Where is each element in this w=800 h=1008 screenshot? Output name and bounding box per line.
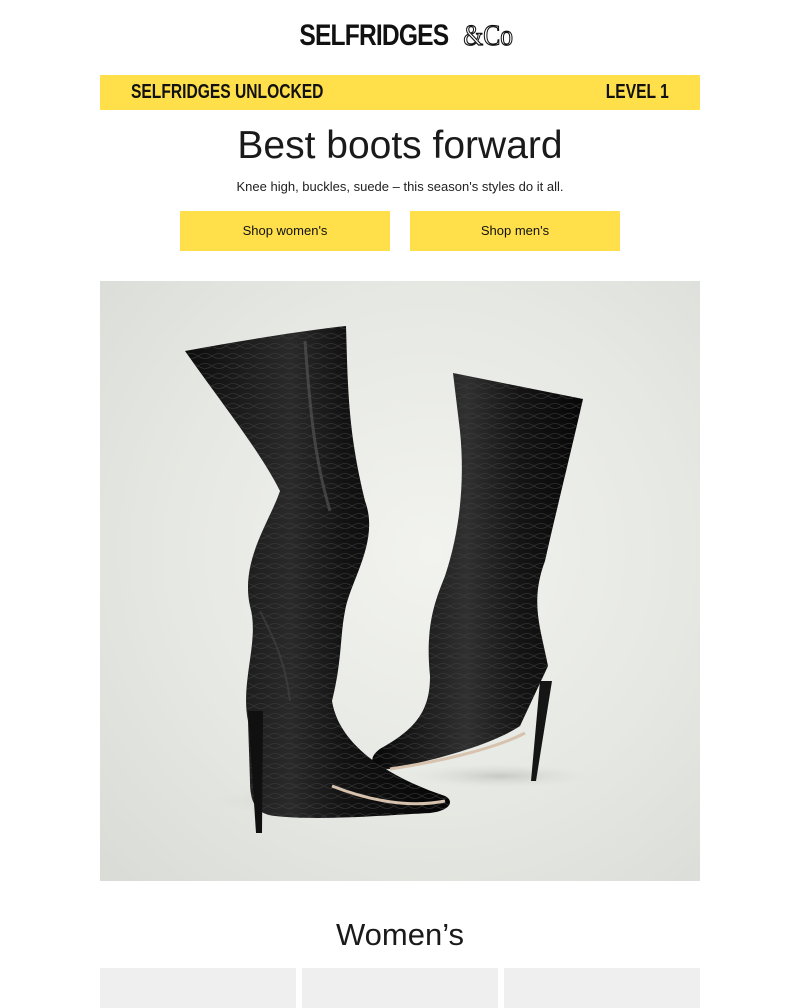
product-tile[interactable]: [504, 968, 700, 1008]
page-subtitle: Knee high, buckles, suede – this season'…: [236, 179, 564, 194]
selfridges-logo[interactable]: SELFRIDGES &Co: [0, 16, 800, 56]
hero-image[interactable]: [100, 281, 700, 881]
loyalty-level-label: LEVEL 1: [605, 81, 669, 103]
logo-wordmark: SELFRIDGES: [299, 19, 449, 52]
womens-section-title: Women’s: [335, 917, 465, 952]
boots-illustration: [185, 326, 590, 833]
loyalty-program-label: SELFRIDGES UNLOCKED: [131, 81, 324, 103]
shop-womens-button[interactable]: Shop women's: [180, 211, 390, 251]
shop-mens-button[interactable]: Shop men's: [410, 211, 620, 251]
logo-co-mark: &Co: [463, 18, 514, 52]
product-tile[interactable]: [100, 968, 296, 1008]
loyalty-banner: SELFRIDGES UNLOCKED LEVEL 1: [100, 75, 700, 110]
product-tile[interactable]: [302, 968, 498, 1008]
page-title: Best boots forward: [237, 124, 563, 167]
right-boot: [372, 373, 583, 781]
